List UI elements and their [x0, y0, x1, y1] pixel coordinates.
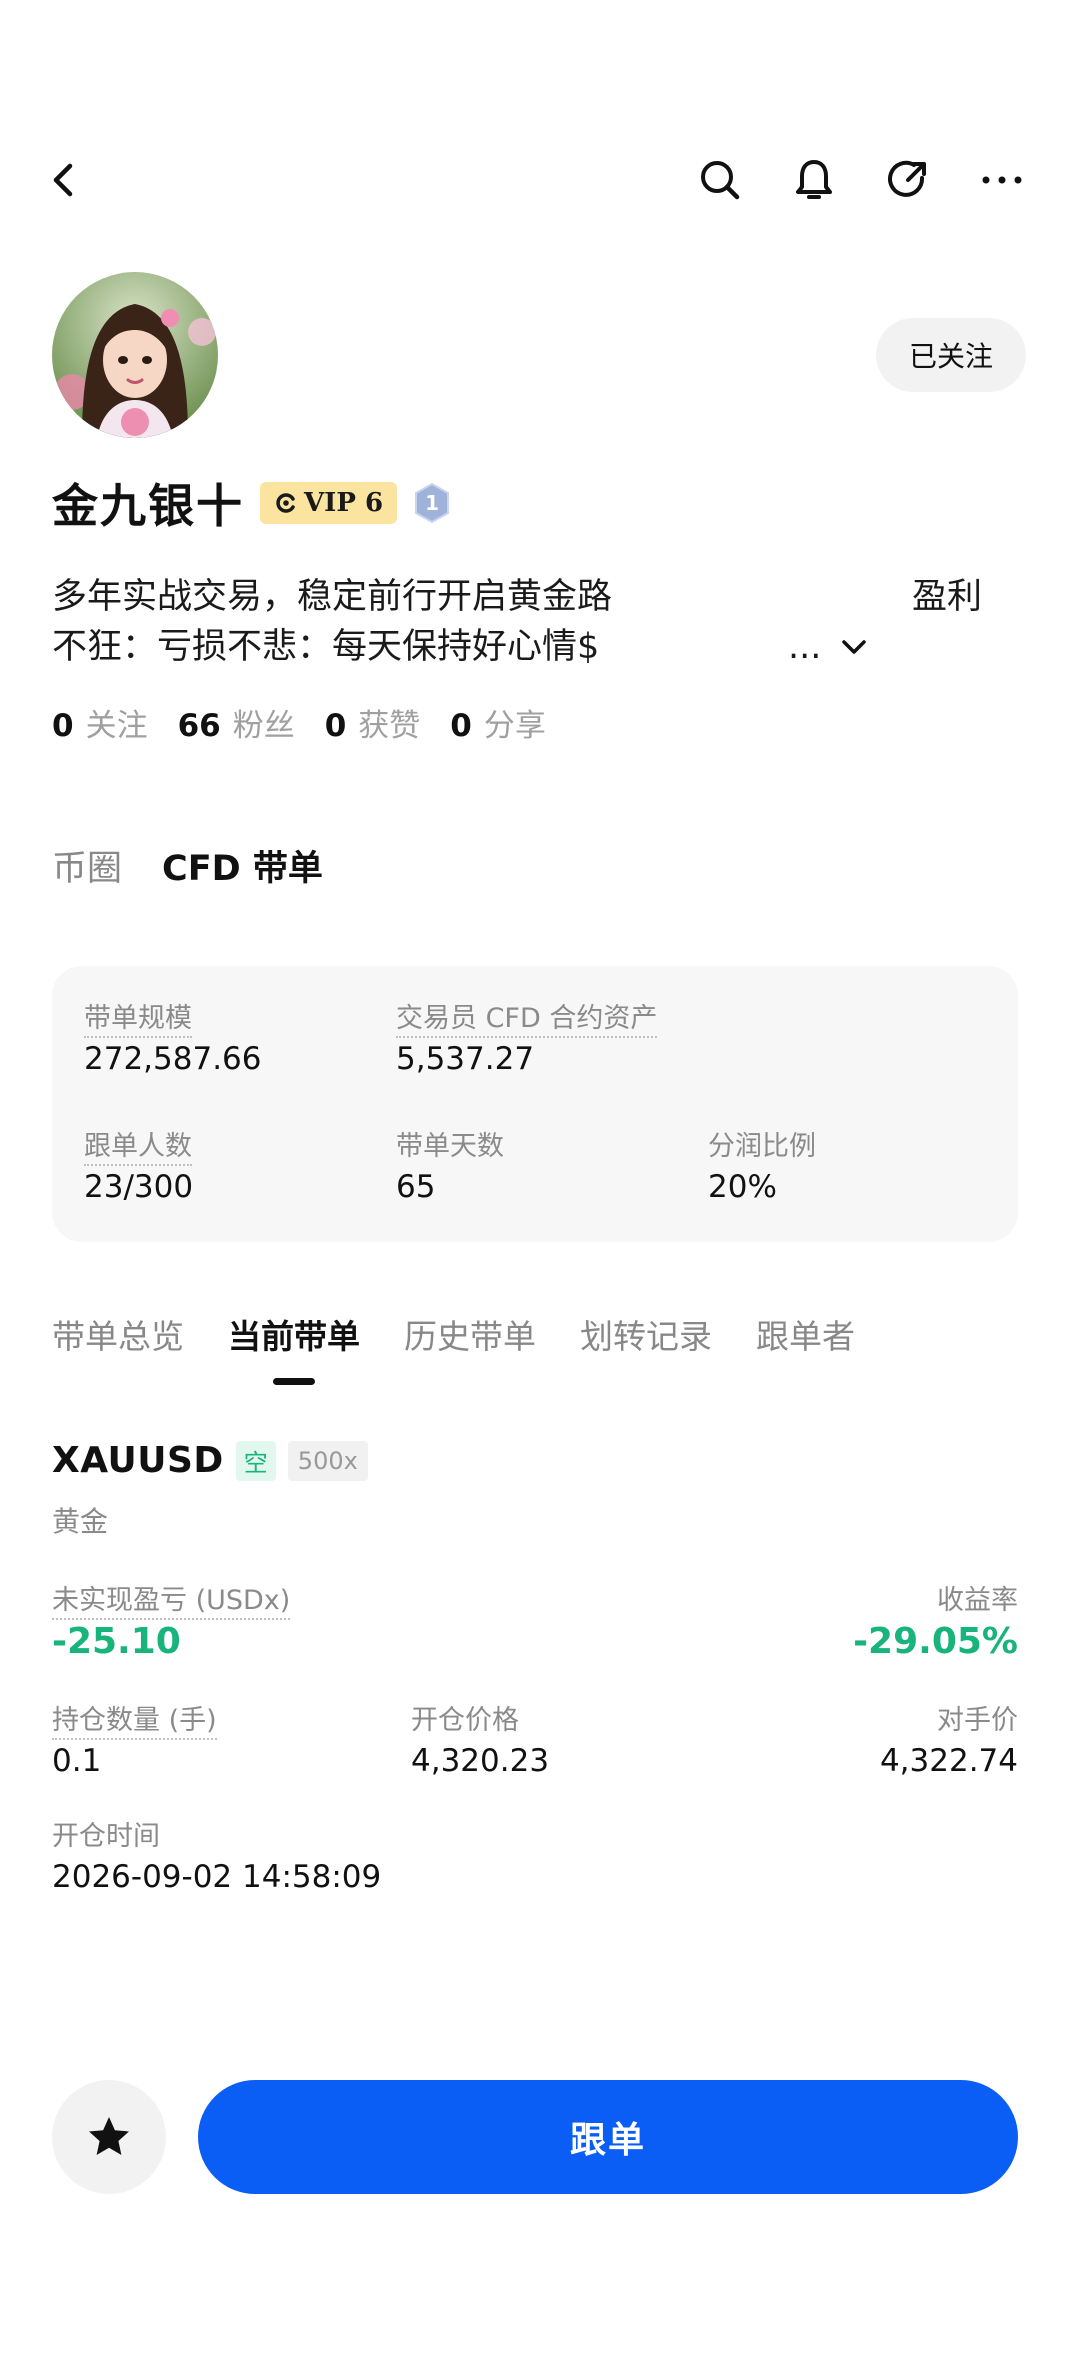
back-arrow-icon[interactable]: [36, 152, 92, 208]
name-row: 金九银十 VIP 6 1: [52, 470, 451, 536]
search-icon[interactable]: [692, 152, 748, 208]
vip-logo-icon: [276, 493, 295, 513]
position-symbol: XAUUSD: [52, 1440, 224, 1481]
open-time-value: 2026-09-02 14:58:09: [52, 1859, 382, 1895]
vip-label: VIP 6: [304, 488, 384, 518]
stat-likes: 0 获赞: [324, 708, 421, 744]
stat-shares: 0 分享: [450, 708, 546, 744]
chevron-down-icon: [842, 640, 867, 654]
summary-followers: 跟单人数 23/300: [84, 1131, 194, 1205]
category-tabs: 币圈 CFD 带单: [52, 840, 323, 891]
qty-label[interactable]: 持仓数量 (手): [52, 1705, 217, 1740]
position-quantity: 持仓数量 (手) 0.1: [52, 1698, 217, 1779]
counter-price-value: 4,322.74: [879, 1743, 1018, 1779]
summary-profit-share: 分润比例 20%: [708, 1131, 816, 1205]
profile-stats: 0 关注 66 粉丝 0 获赞 0 分享: [52, 700, 546, 745]
position-name: 黄金: [52, 1505, 109, 1538]
open-time-label: 开仓时间: [52, 1821, 160, 1852]
copy-trading-summary: 带单规模 272,587.66 交易员 CFD 合约资产 5,537.27 跟单…: [52, 966, 1018, 1242]
pnl-value: -25.10: [52, 1621, 181, 1662]
tab-cfd-copy[interactable]: CFD 带单: [162, 840, 323, 891]
direction-tag: 空: [235, 1440, 276, 1481]
favorite-button[interactable]: [52, 2080, 166, 2194]
position-header: XAUUSD 空 500x: [52, 1440, 368, 1481]
qty-value: 0.1: [52, 1743, 102, 1779]
star-icon: [89, 2117, 129, 2155]
counter-price-label: 对手价: [937, 1705, 1018, 1736]
open-price-value: 4,320.23: [411, 1743, 550, 1779]
avatar[interactable]: [52, 272, 218, 438]
tab-crypto[interactable]: 币圈: [52, 840, 122, 891]
bio-line-1-tail: 盈利: [912, 577, 983, 617]
follow-status-button[interactable]: 已关注: [876, 318, 1026, 392]
roi-label: 收益率: [937, 1585, 1018, 1616]
summary-assets: 交易员 CFD 合约资产 5,537.27: [396, 1003, 658, 1077]
bell-icon[interactable]: [786, 152, 842, 208]
bio-expand[interactable]: ...: [788, 622, 871, 672]
bio-line-1: 多年实战交易，稳定前行开启黄金路: [52, 577, 613, 617]
tab-transfer-records[interactable]: 划转记录: [580, 1310, 712, 1358]
open-price-label: 开仓价格: [411, 1705, 519, 1736]
bio: 多年实战交易，稳定前行开启黄金路 盈利 不狂：亏损不悲：每天保持好心情$ ...: [52, 572, 1032, 672]
sub-tabs: 带单总览 当前带单 历史带单 划转记录 跟单者: [52, 1310, 855, 1385]
copy-trade-button[interactable]: 跟单: [198, 2080, 1018, 2194]
stat-fans[interactable]: 66 粉丝: [178, 700, 295, 745]
roi-value: -29.05%: [853, 1621, 1018, 1662]
summary-days: 带单天数 65: [396, 1131, 504, 1205]
open-price: 开仓价格 4,320.23: [411, 1698, 549, 1779]
leverage-tag: 500x: [287, 1440, 368, 1481]
trader-name: 金九银十: [52, 479, 244, 533]
level-badge: 1: [413, 482, 451, 524]
pnl-label[interactable]: 未实现盈亏 (USDx): [52, 1585, 291, 1620]
share-icon[interactable]: [880, 152, 936, 208]
unrealized-pnl: 未实现盈亏 (USDx) -25.10: [52, 1578, 291, 1662]
roi: 收益率 -29.05%: [853, 1578, 1018, 1662]
tab-overview[interactable]: 带单总览: [52, 1310, 184, 1358]
bottom-action-bar: 跟单: [0, 2076, 1080, 2196]
tab-history-orders[interactable]: 历史带单: [404, 1310, 536, 1358]
open-time: 开仓时间 2026-09-02 14:58:09: [52, 1814, 381, 1895]
bio-ellipsis: ...: [788, 627, 822, 667]
counter-price: 对手价 4,322.74: [880, 1698, 1018, 1779]
tab-followers[interactable]: 跟单者: [756, 1310, 855, 1358]
summary-scale: 带单规模 272,587.66: [84, 1003, 262, 1077]
stat-following[interactable]: 0 关注: [52, 700, 148, 745]
level-number: 1: [425, 491, 439, 515]
bio-line-2: 不狂：亏损不悲：每天保持好心情$: [52, 627, 600, 667]
tab-current-orders[interactable]: 当前带单: [228, 1310, 360, 1385]
more-icon[interactable]: [974, 152, 1030, 208]
top-bar: [0, 130, 1080, 230]
vip-badge: VIP 6: [260, 482, 398, 524]
